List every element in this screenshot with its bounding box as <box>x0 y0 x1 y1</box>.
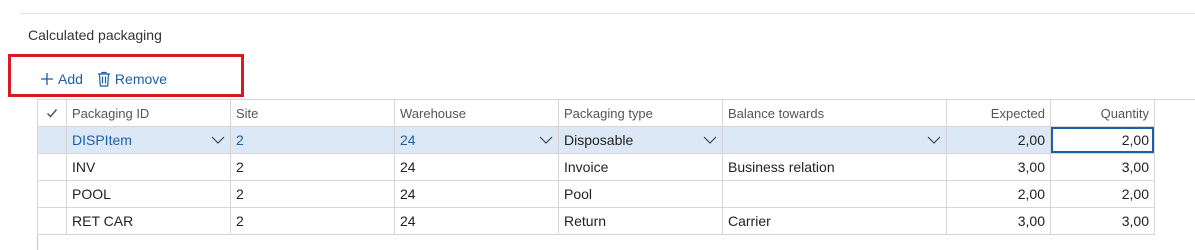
chevron-down-icon[interactable] <box>703 136 717 144</box>
packaging-id-value[interactable]: RET CAR <box>66 207 231 235</box>
chevron-down-icon[interactable] <box>539 136 553 144</box>
packaging-type-value[interactable]: Invoice <box>558 153 723 181</box>
expected-value: 2,00 <box>946 180 1051 208</box>
column-header-expected[interactable]: Expected <box>946 99 1051 127</box>
table-row[interactable]: DISPItem 2 24 Disposable 2,00 2,00 <box>37 126 1155 154</box>
row-selector[interactable] <box>37 153 67 181</box>
table-row[interactable]: POOL 2 24 Pool 2,00 2,00 <box>37 180 1155 208</box>
column-header-site[interactable]: Site <box>230 99 395 127</box>
site-value[interactable]: 2 <box>230 126 395 154</box>
packaging-type-value[interactable]: Return <box>558 207 723 235</box>
add-button[interactable]: Add <box>40 71 83 87</box>
table-row[interactable]: RET CAR 2 24 Return Carrier 3,00 3,00 <box>37 207 1155 235</box>
packaging-id-value[interactable]: POOL <box>66 180 231 208</box>
packaging-grid: Packaging ID Site Warehouse Packaging ty… <box>37 99 1155 235</box>
packaging-type-dropdown[interactable]: Disposable <box>558 126 723 154</box>
checkmark-icon <box>46 109 58 118</box>
balance-towards-value[interactable]: Carrier <box>722 207 947 235</box>
warehouse-value[interactable]: 24 <box>394 207 559 235</box>
column-header-quantity[interactable]: Quantity <box>1050 99 1155 127</box>
column-header-packaging-id[interactable]: Packaging ID <box>66 99 231 127</box>
expected-value: 3,00 <box>946 153 1051 181</box>
row-selector[interactable] <box>37 180 67 208</box>
quantity-value[interactable]: 3,00 <box>1050 207 1155 235</box>
plus-icon <box>41 73 53 85</box>
grid-header-row: Packaging ID Site Warehouse Packaging ty… <box>37 99 1155 127</box>
balance-towards-value[interactable]: Business relation <box>722 153 947 181</box>
warehouse-value[interactable]: 24 <box>394 180 559 208</box>
remove-button-label: Remove <box>114 71 168 87</box>
chevron-down-icon[interactable] <box>211 136 225 144</box>
warehouse-dropdown[interactable]: 24 <box>394 126 559 154</box>
trash-icon <box>97 71 110 87</box>
expected-value: 2,00 <box>946 126 1051 154</box>
packaging-type-value: Disposable <box>564 132 634 148</box>
column-header-packaging-type[interactable]: Packaging type <box>558 99 723 127</box>
column-header-warehouse[interactable]: Warehouse <box>394 99 559 127</box>
column-header-balance-towards[interactable]: Balance towards <box>722 99 947 127</box>
quantity-input[interactable] <box>1051 127 1154 153</box>
chevron-down-icon[interactable] <box>927 136 941 144</box>
remove-button[interactable]: Remove <box>97 71 167 87</box>
section-title: Calculated packaging <box>28 27 162 43</box>
expected-value: 3,00 <box>946 207 1051 235</box>
select-all-checkbox[interactable] <box>37 99 67 127</box>
packaging-type-value[interactable]: Pool <box>558 180 723 208</box>
row-selector[interactable] <box>37 207 67 235</box>
packaging-id-dropdown[interactable]: DISPItem <box>66 126 231 154</box>
quantity-value[interactable]: 2,00 <box>1050 180 1155 208</box>
quantity-value[interactable]: 3,00 <box>1050 153 1155 181</box>
warehouse-value[interactable]: 24 <box>394 153 559 181</box>
add-button-label: Add <box>58 71 83 87</box>
toolbar: Add Remove <box>40 69 181 89</box>
table-row[interactable]: INV 2 24 Invoice Business relation 3,00 … <box>37 153 1155 181</box>
row-selector[interactable] <box>37 126 67 154</box>
balance-towards-dropdown[interactable] <box>722 126 947 154</box>
top-divider <box>20 13 1195 14</box>
grid-header-divider <box>1154 99 1195 100</box>
quantity-cell[interactable] <box>1050 126 1155 154</box>
warehouse-value: 24 <box>400 132 416 148</box>
packaging-id-value: DISPItem <box>72 132 132 148</box>
site-value[interactable]: 2 <box>230 180 395 208</box>
packaging-id-value[interactable]: INV <box>66 153 231 181</box>
site-value[interactable]: 2 <box>230 153 395 181</box>
balance-towards-value[interactable] <box>722 180 947 208</box>
site-value[interactable]: 2 <box>230 207 395 235</box>
